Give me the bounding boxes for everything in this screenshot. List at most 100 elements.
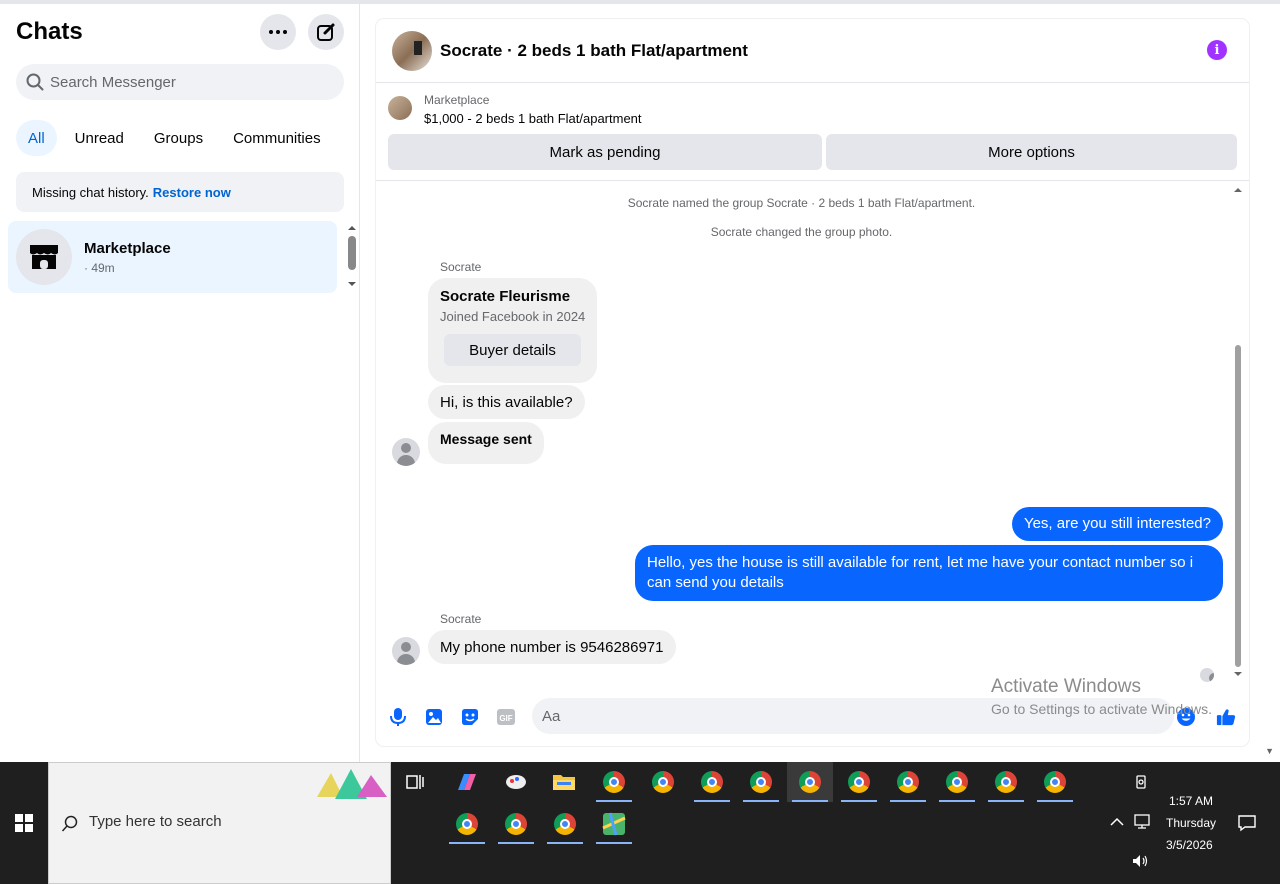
taskbar-search-input[interactable] (89, 813, 309, 830)
chrome-icon (554, 813, 576, 835)
filter-groups[interactable]: Groups (142, 120, 215, 156)
filter-unread[interactable]: Unread (63, 120, 136, 156)
chrome-window-3[interactable] (692, 762, 732, 802)
chrome-window-10[interactable] (1035, 762, 1075, 802)
new-message-button[interactable] (308, 14, 344, 50)
show-hidden-icons-chevron-icon[interactable] (1110, 816, 1124, 830)
marketplace-avatar (16, 229, 72, 285)
message-input[interactable] (532, 698, 1174, 734)
seen-avatar (1200, 668, 1214, 682)
chrome-icon (456, 813, 478, 835)
microphone-icon[interactable] (388, 707, 408, 727)
chat-item-marketplace[interactable]: Marketplace · 49m (8, 221, 337, 293)
conversation-panel: Socrate · 2 beds 1 bath Flat/apartment i… (376, 19, 1249, 746)
sticker-icon[interactable] (460, 707, 480, 727)
sidebar-scrollbar[interactable] (346, 224, 358, 290)
emoji-icon[interactable] (1176, 707, 1196, 727)
network-icon[interactable] (1134, 814, 1152, 833)
windows-logo-icon (15, 814, 33, 832)
chat-item-name: Marketplace (84, 239, 171, 257)
task-view-button[interactable] (396, 762, 436, 802)
paint-app[interactable] (496, 762, 536, 802)
incoming-message[interactable]: My phone number is 9546286971 (428, 630, 676, 664)
chrome-window-2[interactable] (643, 762, 683, 802)
clock-day[interactable]: Thursday (1166, 816, 1216, 830)
conversation-title[interactable]: Socrate · 2 beds 1 bath Flat/apartment (440, 41, 748, 61)
info-icon[interactable]: i (1207, 40, 1227, 60)
chrome-icon (750, 771, 772, 793)
chrome-icon (505, 813, 527, 835)
buyer-details-button[interactable]: Buyer details (444, 334, 581, 366)
group-avatar[interactable] (392, 30, 432, 71)
incoming-message[interactable]: Hi, is this available? (428, 385, 585, 419)
maps-app[interactable] (594, 804, 634, 844)
clock-date[interactable]: 3/5/2026 (1166, 838, 1213, 852)
chat-item-text: Marketplace · 49m (84, 240, 171, 275)
chrome-window-13[interactable] (545, 804, 585, 844)
messenger-app: Chats All Unread Groups Communities Miss… (0, 0, 1280, 762)
chrome-icon (848, 771, 870, 793)
conversation-scrollbar[interactable] (1231, 185, 1245, 679)
chrome-icon (652, 771, 674, 793)
chrome-window-5-active[interactable] (787, 762, 833, 802)
message-list: Socrate named the group Socrate · 2 beds… (376, 182, 1249, 682)
copilot-icon (458, 774, 476, 790)
notifications-icon[interactable] (1238, 814, 1256, 835)
filter-communities[interactable]: Communities (221, 120, 333, 156)
outgoing-message[interactable]: Hello, yes the house is still available … (635, 545, 1223, 601)
missing-history-notice: Missing chat history. Restore now (16, 172, 344, 212)
more-options-listing-button[interactable]: More options (826, 134, 1237, 170)
system-message: Socrate named the group Socrate · 2 beds… (627, 196, 976, 210)
missing-history-text: Missing chat history. (32, 184, 149, 200)
like-icon[interactable] (1216, 707, 1236, 727)
message-composer: GIF (376, 695, 1249, 739)
clock-time[interactable]: 1:57 AM (1169, 794, 1213, 808)
listing-title[interactable]: $1,000 - 2 beds 1 bath Flat/apartment (424, 111, 642, 126)
search-icon (61, 815, 78, 832)
chrome-window-6[interactable] (839, 762, 879, 802)
listing-label: Marketplace (424, 93, 490, 107)
search-highlight-icon (317, 769, 387, 799)
chrome-window-12[interactable] (496, 804, 536, 844)
sender-avatar[interactable] (392, 637, 420, 665)
gif-icon[interactable]: GIF (496, 707, 516, 727)
chrome-window-7[interactable] (888, 762, 928, 802)
copilot-app[interactable] (446, 762, 486, 802)
incoming-message[interactable]: Message sent (428, 422, 544, 464)
volume-icon[interactable] (1132, 854, 1150, 871)
start-button[interactable] (0, 762, 48, 884)
sender-name: Socrate (440, 612, 482, 626)
listing-thumbnail[interactable] (388, 96, 412, 120)
maps-icon (602, 812, 626, 836)
ellipsis-icon (269, 30, 287, 34)
profile-card: Socrate Fleurisme Joined Facebook in 202… (428, 278, 597, 383)
page-scroll-down-icon[interactable]: ▼ (1265, 746, 1274, 756)
outgoing-message[interactable]: Yes, are you still interested? (1011, 507, 1223, 541)
taskbar-search (48, 762, 391, 884)
chrome-window-4[interactable] (741, 762, 781, 802)
photo-icon[interactable] (424, 707, 444, 727)
svg-text:GIF: GIF (499, 714, 512, 723)
profile-card-name: Socrate Fleurisme (440, 288, 571, 305)
filter-all[interactable]: All (16, 120, 57, 156)
mark-as-pending-button[interactable]: Mark as pending (388, 134, 822, 170)
scrollbar-thumb[interactable] (1235, 345, 1241, 667)
sidebar-title: Chats (16, 18, 83, 45)
search-bar (16, 64, 344, 100)
restore-now-link[interactable]: Restore now (153, 185, 231, 200)
chrome-icon (701, 771, 723, 793)
sender-name: Socrate (440, 260, 482, 274)
chrome-window-8[interactable] (937, 762, 977, 802)
chat-item-time: · 49m (84, 260, 115, 275)
more-options-button[interactable] (260, 14, 296, 50)
search-icon (26, 73, 44, 91)
sender-avatar[interactable] (392, 438, 420, 466)
chrome-window-9[interactable] (986, 762, 1026, 802)
chat-sidebar: Chats All Unread Groups Communities Miss… (0, 4, 360, 762)
chrome-window-11[interactable] (447, 804, 487, 844)
chrome-icon (995, 771, 1017, 793)
meet-now-icon[interactable] (1134, 774, 1150, 793)
search-input[interactable] (50, 73, 330, 91)
chrome-window-1[interactable] (594, 762, 634, 802)
file-explorer-app[interactable] (544, 762, 584, 802)
